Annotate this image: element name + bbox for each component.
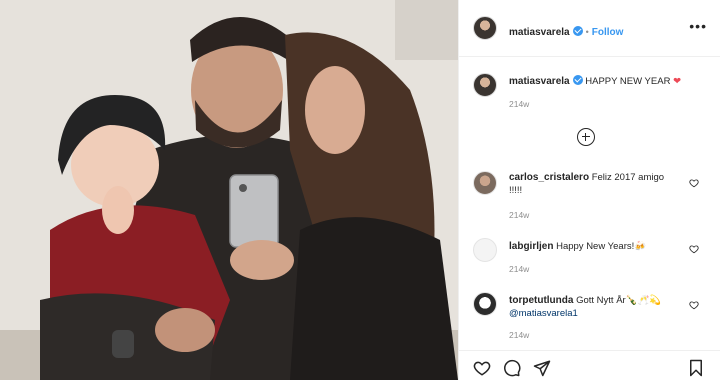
author-username[interactable]: matiasvarela	[509, 27, 570, 38]
bookmark-icon[interactable]	[687, 359, 705, 377]
caption-time[interactable]: 214w	[509, 99, 529, 109]
plus-circle-icon[interactable]	[577, 128, 595, 146]
comment-username[interactable]: labgirljen	[509, 241, 553, 252]
paper-plane-icon[interactable]	[533, 359, 551, 377]
heart-icon[interactable]	[689, 178, 699, 188]
verified-badge-icon	[572, 75, 583, 85]
heart-icon[interactable]	[473, 359, 491, 377]
caption-avatar[interactable]	[473, 73, 497, 97]
caption-body: HAPPY NEW YEAR	[585, 76, 671, 87]
heart-icon[interactable]	[689, 300, 699, 310]
comment-body: Gott Nytt År🍾🥂💫	[576, 295, 662, 306]
comment-username[interactable]: carlos_cristalero	[509, 172, 589, 183]
comment-mention[interactable]: @matiasvarela1	[509, 308, 578, 319]
author-info: matiasvarela • Follow	[509, 22, 623, 40]
heart-icon[interactable]	[689, 244, 699, 254]
commenter-avatar[interactable]	[473, 171, 497, 195]
comment-text: torpetutlunda Gott Nytt År🍾🥂💫 @matiasvar…	[509, 294, 679, 320]
comment-username[interactable]: torpetutlunda	[509, 295, 573, 306]
caption-text: matiasvarela HAPPY NEW YEAR ❤	[509, 75, 682, 88]
comment-body: Happy New Years!🍻	[556, 241, 647, 252]
post-action-bar	[459, 350, 720, 380]
comment-text: carlos_cristalero Feliz 2017 amigo !!!!!	[509, 171, 679, 197]
author-avatar[interactable]	[473, 16, 497, 40]
comment-time[interactable]: 214w	[509, 264, 529, 274]
family-selfie-image	[0, 0, 458, 380]
comment-time[interactable]: 214w	[509, 330, 529, 340]
more-options-icon[interactable]: •••	[689, 19, 707, 33]
post-photo[interactable]	[0, 0, 458, 380]
commenter-avatar[interactable]	[473, 292, 497, 316]
comment-text: labgirljen Happy New Years!🍻	[509, 240, 679, 253]
post-header: matiasvarela • Follow •••	[459, 0, 720, 57]
verified-badge-icon	[572, 26, 583, 36]
header-separator: •	[585, 27, 589, 37]
comment-time[interactable]: 214w	[509, 210, 529, 220]
follow-button[interactable]: Follow	[592, 27, 624, 38]
post-details-panel: matiasvarela • Follow ••• matiasvarela HAP…	[458, 0, 720, 380]
commenter-avatar[interactable]	[473, 238, 497, 262]
red-heart-emoji: ❤	[673, 76, 682, 87]
caption-username[interactable]: matiasvarela	[509, 76, 570, 87]
comment-icon[interactable]	[503, 359, 521, 377]
